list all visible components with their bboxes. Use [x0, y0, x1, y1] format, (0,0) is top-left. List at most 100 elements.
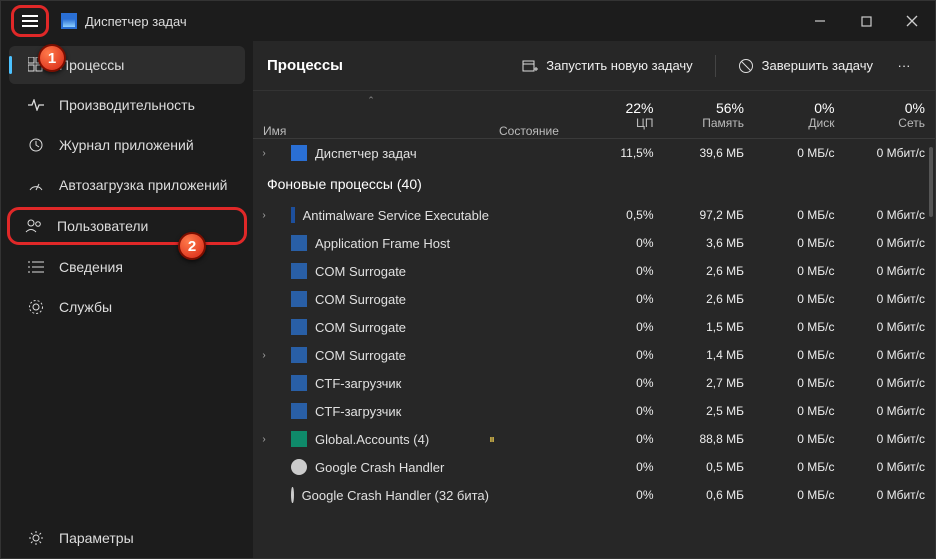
process-mem: 2,6 МБ — [664, 292, 755, 306]
process-cpu: 0% — [573, 320, 664, 334]
table-row[interactable]: COM Surrogate0%2,6 МБ0 МБ/с0 Мбит/с — [253, 257, 935, 285]
col-mem-pct: 56% — [716, 100, 744, 116]
process-net: 0 Мбит/с — [845, 208, 936, 222]
table-row[interactable]: Google Crash Handler (32 бита)0%0,6 МБ0 … — [253, 481, 935, 509]
process-disk: 0 МБ/с — [754, 376, 845, 390]
sort-indicator-icon: ⌃ — [367, 95, 375, 106]
process-cpu: 0% — [573, 376, 664, 390]
sidebar-item-services[interactable]: Службы — [9, 288, 245, 326]
col-cpu[interactable]: 22%ЦП — [573, 91, 664, 138]
process-net: 0 Мбит/с — [845, 488, 936, 502]
process-name: Global.Accounts (4) — [275, 431, 489, 447]
process-name: CTF-загрузчик — [275, 375, 489, 391]
process-disk: 0 МБ/с — [754, 208, 845, 222]
process-icon — [291, 347, 307, 363]
annotation-badge-1: 1 — [38, 44, 66, 72]
minimize-button[interactable] — [797, 1, 843, 41]
pulse-icon — [27, 99, 45, 111]
table-row[interactable]: ›COM Surrogate0%1,4 МБ0 МБ/с0 Мбит/с — [253, 341, 935, 369]
table-row[interactable]: Google Crash Handler0%0,5 МБ0 МБ/с0 Мбит… — [253, 453, 935, 481]
table-row[interactable]: ›Antimalware Service Executable0,5%97,2 … — [253, 201, 935, 229]
process-icon — [291, 291, 307, 307]
titlebar: Диспетчер задач — [1, 1, 935, 41]
col-cpu-pct: 22% — [625, 100, 653, 116]
process-name: Antimalware Service Executable — [275, 207, 489, 223]
col-disk[interactable]: 0%Диск — [754, 91, 845, 138]
sidebar-item-startup[interactable]: Автозагрузка приложений — [9, 166, 245, 204]
sidebar-item-label: Службы — [59, 299, 112, 315]
process-mem: 0,6 МБ — [664, 488, 755, 502]
table-row[interactable]: CTF-загрузчик0%2,5 МБ0 МБ/с0 Мбит/с — [253, 397, 935, 425]
annotation-badge-2: 2 — [178, 232, 206, 260]
users-icon — [25, 219, 43, 233]
process-net: 0 Мбит/с — [845, 320, 936, 334]
sidebar-item-apphistory[interactable]: Журнал приложений — [9, 126, 245, 164]
scrollbar[interactable] — [929, 147, 933, 217]
main-panel: Процессы Запустить новую задачу Завершит… — [253, 41, 935, 558]
process-mem: 2,7 МБ — [664, 376, 755, 390]
hamburger-icon[interactable] — [22, 15, 38, 27]
table-row[interactable]: COM Surrogate0%2,6 МБ0 МБ/с0 Мбит/с — [253, 285, 935, 313]
expand-icon[interactable]: › — [253, 148, 275, 159]
process-name: Application Frame Host — [275, 235, 489, 251]
process-name: Google Crash Handler (32 бита) — [275, 487, 489, 503]
col-net-pct: 0% — [905, 100, 925, 116]
process-rows: ›Диспетчер задач11,5%39,6 МБ0 МБ/с0 Мбит… — [253, 139, 935, 558]
end-task-button[interactable]: Завершить задачу — [724, 49, 887, 83]
close-button[interactable] — [889, 1, 935, 41]
process-mem: 2,6 МБ — [664, 264, 755, 278]
maximize-button[interactable] — [843, 1, 889, 41]
sidebar-item-users[interactable]: Пользователи — [7, 207, 247, 245]
col-mem[interactable]: 56%Память — [664, 91, 755, 138]
expand-icon[interactable]: › — [253, 210, 275, 221]
column-headers: ⌃ Имя Состояние 22%ЦП 56%Память 0%Диск 0… — [253, 91, 935, 139]
sidebar-item-performance[interactable]: Производительность — [9, 86, 245, 124]
process-icon — [291, 431, 307, 447]
table-row[interactable]: ›Global.Accounts (4)⏸0%88,8 МБ0 МБ/с0 Мб… — [253, 425, 935, 453]
process-mem: 39,6 МБ — [664, 146, 755, 160]
process-disk: 0 МБ/с — [754, 404, 845, 418]
process-disk: 0 МБ/с — [754, 488, 845, 502]
process-mem: 97,2 МБ — [664, 208, 755, 222]
run-task-button[interactable]: Запустить новую задачу — [508, 49, 706, 83]
window: Диспетчер задач Процессы Производительно… — [0, 0, 936, 559]
table-row[interactable]: ›Диспетчер задач11,5%39,6 МБ0 МБ/с0 Мбит… — [253, 139, 935, 167]
stop-icon — [738, 58, 754, 74]
expand-icon[interactable]: › — [253, 350, 275, 361]
process-net: 0 Мбит/с — [845, 146, 936, 160]
more-button[interactable]: ··· — [887, 49, 921, 83]
col-name[interactable]: ⌃ Имя — [253, 91, 489, 138]
process-icon — [291, 235, 307, 251]
col-net[interactable]: 0%Сеть — [845, 91, 936, 138]
process-disk: 0 МБ/с — [754, 146, 845, 160]
app-icon — [61, 13, 77, 29]
sidebar-item-label: Автозагрузка приложений — [59, 177, 228, 193]
end-task-label: Завершить задачу — [762, 58, 873, 73]
sidebar-item-label: Производительность — [59, 97, 195, 113]
sidebar-item-details[interactable]: Сведения — [9, 248, 245, 286]
window-title: Диспетчер задач — [85, 14, 187, 29]
table-row[interactable]: COM Surrogate0%1,5 МБ0 МБ/с0 Мбит/с — [253, 313, 935, 341]
process-net: 0 Мбит/с — [845, 236, 936, 250]
table-row[interactable]: Application Frame Host0%3,6 МБ0 МБ/с0 Мб… — [253, 229, 935, 257]
run-task-label: Запустить новую задачу — [546, 58, 692, 73]
table-row[interactable]: CTF-загрузчик0%2,7 МБ0 МБ/с0 Мбит/с — [253, 369, 935, 397]
process-name: Google Crash Handler — [275, 459, 489, 475]
process-name: CTF-загрузчик — [275, 403, 489, 419]
process-name: COM Surrogate — [275, 291, 489, 307]
group-header-label: Фоновые процессы (40) — [267, 176, 935, 192]
group-header: Фоновые процессы (40) — [253, 167, 935, 201]
process-disk: 0 МБ/с — [754, 348, 845, 362]
process-cpu: 0% — [573, 404, 664, 418]
expand-icon[interactable]: › — [253, 434, 275, 445]
sidebar-item-settings[interactable]: Параметры — [9, 519, 245, 557]
process-icon — [291, 459, 307, 475]
process-mem: 2,5 МБ — [664, 404, 755, 418]
col-state[interactable]: Состояние — [489, 91, 573, 138]
process-cpu: 0% — [573, 460, 664, 474]
process-mem: 88,8 МБ — [664, 432, 755, 446]
process-mem: 1,4 МБ — [664, 348, 755, 362]
more-icon: ··· — [898, 58, 911, 73]
settings-icon — [27, 530, 45, 546]
process-net: 0 Мбит/с — [845, 264, 936, 278]
